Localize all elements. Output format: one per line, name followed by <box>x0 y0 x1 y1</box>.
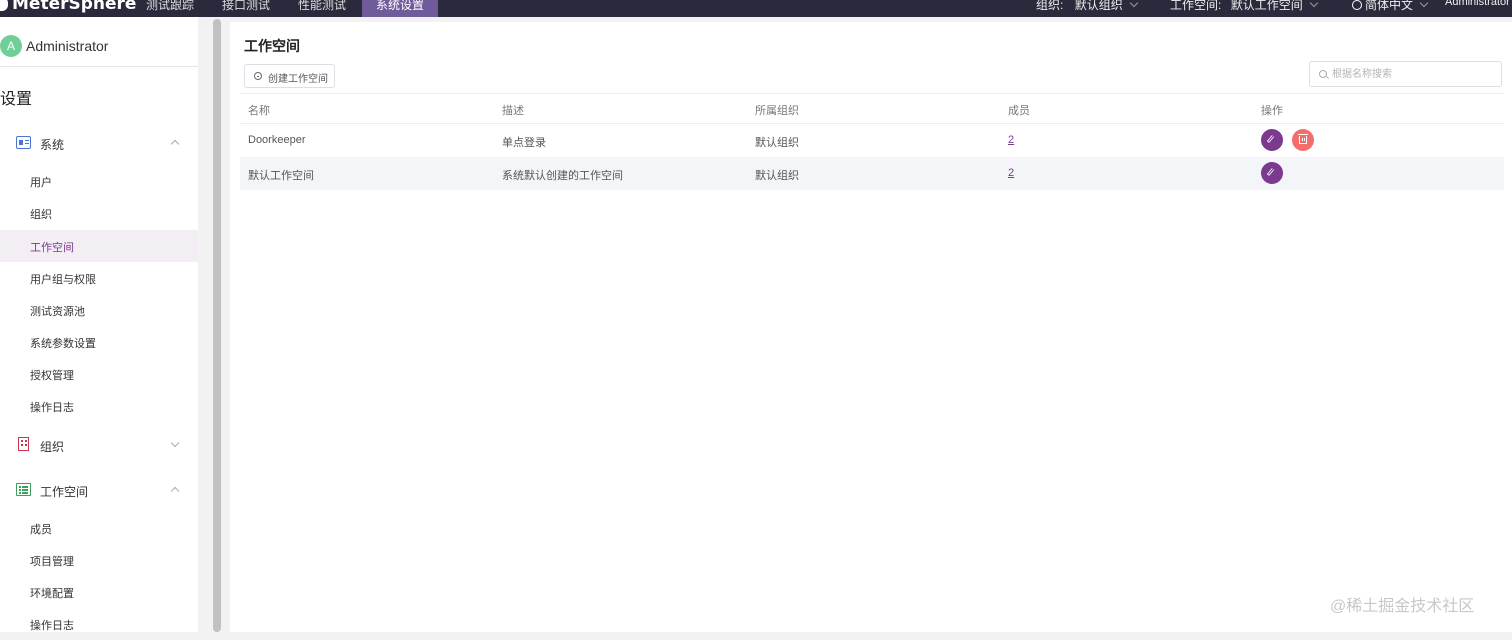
org-switcher[interactable]: 组织: 默认组织 <box>1036 0 1138 13</box>
main-content: 工作空间 创建工作空间 名称 描述 所属组织 成员 操作 Doorkeeper … <box>230 22 1512 632</box>
sidebar-scrollbar[interactable] <box>213 19 221 632</box>
column-header-name: 名称 <box>248 105 270 117</box>
chevron-up-icon <box>170 139 180 149</box>
chevron-up-icon <box>170 486 180 496</box>
members-link[interactable]: 2 <box>1008 167 1014 179</box>
sidebar-item-organizations[interactable]: 组织 <box>0 197 198 229</box>
sidebar-item-workspaces[interactable]: 工作空间 <box>0 230 198 262</box>
watermark: @稀土掘金技术社区 <box>1330 598 1475 615</box>
sidebar-item-system-params[interactable]: 系统参数设置 <box>0 326 198 358</box>
edit-button[interactable] <box>1261 129 1283 151</box>
nav-api-test[interactable]: 接口测试 <box>222 0 270 17</box>
sidebar-item-user-groups[interactable]: 用户组与权限 <box>0 262 198 294</box>
column-header-actions: 操作 <box>1261 105 1283 117</box>
plus-circle-icon <box>254 72 262 80</box>
sidebar-item-license[interactable]: 授权管理 <box>0 358 198 390</box>
sidebar-item-members[interactable]: 成员 <box>0 512 198 544</box>
sidebar-group-organization[interactable]: 组织 <box>0 432 198 458</box>
sidebar: A Administrator 设置 系统 用户 组织 工作空间 用户组与权限 … <box>0 17 198 632</box>
settings-heading: 设置 <box>0 91 33 108</box>
search-input[interactable] <box>1332 66 1492 82</box>
chevron-down-icon <box>1419 0 1429 8</box>
sidebar-item-operation-log[interactable]: 操作日志 <box>0 390 198 422</box>
sidebar-group-system[interactable]: 系统 <box>0 130 198 156</box>
members-link[interactable]: 2 <box>1008 134 1014 146</box>
org-label: 组织: <box>1036 0 1064 12</box>
edit-button[interactable] <box>1261 162 1283 184</box>
chevron-down-icon <box>1129 0 1138 8</box>
sidebar-item-projects[interactable]: 项目管理 <box>0 544 198 576</box>
cell-organization: 默认组织 <box>755 170 799 182</box>
workspace-label: 工作空间: <box>1170 0 1222 12</box>
sidebar-item-workspace-log[interactable]: 操作日志 <box>0 608 198 640</box>
sidebar-username: Administrator <box>26 38 109 54</box>
metersphere-logo-icon <box>0 0 8 11</box>
top-navbar: MeterSphere 测试跟踪 接口测试 性能测试 系统设置 组织: 默认组织… <box>0 0 1512 17</box>
sidebar-group-workspace[interactable]: 工作空间 <box>0 477 198 503</box>
org-value: 默认组织 <box>1074 0 1123 12</box>
cell-description: 单点登录 <box>502 137 546 149</box>
pencil-icon <box>1266 134 1275 144</box>
logo-text: MeterSphere <box>12 0 137 14</box>
create-workspace-button[interactable]: 创建工作空间 <box>244 64 335 88</box>
pencil-icon <box>1266 167 1275 177</box>
sidebar-item-environments[interactable]: 环境配置 <box>0 576 198 608</box>
globe-icon <box>1352 0 1362 10</box>
search-box[interactable] <box>1309 61 1502 87</box>
table-header: 名称 描述 所属组织 成员 操作 <box>240 93 1504 124</box>
workspace-value: 默认工作空间 <box>1230 0 1303 12</box>
page-title: 工作空间 <box>244 38 300 54</box>
delete-button[interactable] <box>1292 129 1314 151</box>
sidebar-item-resource-pool[interactable]: 测试资源池 <box>0 294 198 326</box>
chevron-down-icon <box>1309 0 1318 8</box>
cell-name: Doorkeeper <box>248 134 306 146</box>
nav-system-settings[interactable]: 系统设置 <box>362 0 438 17</box>
divider <box>0 66 198 67</box>
avatar: A <box>0 35 22 57</box>
id-card-icon <box>16 136 31 149</box>
user-menu[interactable]: Administrator <box>1445 0 1510 8</box>
sidebar-item-users[interactable]: 用户 <box>0 165 198 197</box>
workspace-switcher[interactable]: 工作空间: 默认工作空间 <box>1170 0 1318 13</box>
column-header-organization: 所属组织 <box>755 105 799 117</box>
trash-icon <box>1298 134 1308 144</box>
list-icon <box>16 483 31 496</box>
column-header-members: 成员 <box>1008 105 1030 117</box>
building-icon <box>18 437 29 451</box>
search-icon <box>1319 70 1327 78</box>
cell-description: 系统默认创建的工作空间 <box>502 170 623 182</box>
cell-name: 默认工作空间 <box>248 170 314 182</box>
nav-performance-test[interactable]: 性能测试 <box>298 0 346 17</box>
nav-test-tracking[interactable]: 测试跟踪 <box>146 0 194 17</box>
language-value: 简体中文 <box>1365 0 1414 12</box>
sidebar-group-label: 系统 <box>40 138 65 152</box>
sidebar-group-label: 组织 <box>40 440 65 454</box>
sidebar-group-label: 工作空间 <box>40 485 89 499</box>
column-header-description: 描述 <box>502 105 524 117</box>
cell-organization: 默认组织 <box>755 137 799 149</box>
create-workspace-label: 创建工作空间 <box>268 74 328 85</box>
app-logo[interactable]: MeterSphere <box>0 0 136 14</box>
chevron-down-icon <box>170 438 180 448</box>
language-switcher[interactable]: 简体中文 <box>1352 0 1429 13</box>
table-row: Doorkeeper 单点登录 默认组织 2 <box>240 124 1504 157</box>
table-row: 默认工作空间 系统默认创建的工作空间 默认组织 2 <box>240 157 1504 190</box>
